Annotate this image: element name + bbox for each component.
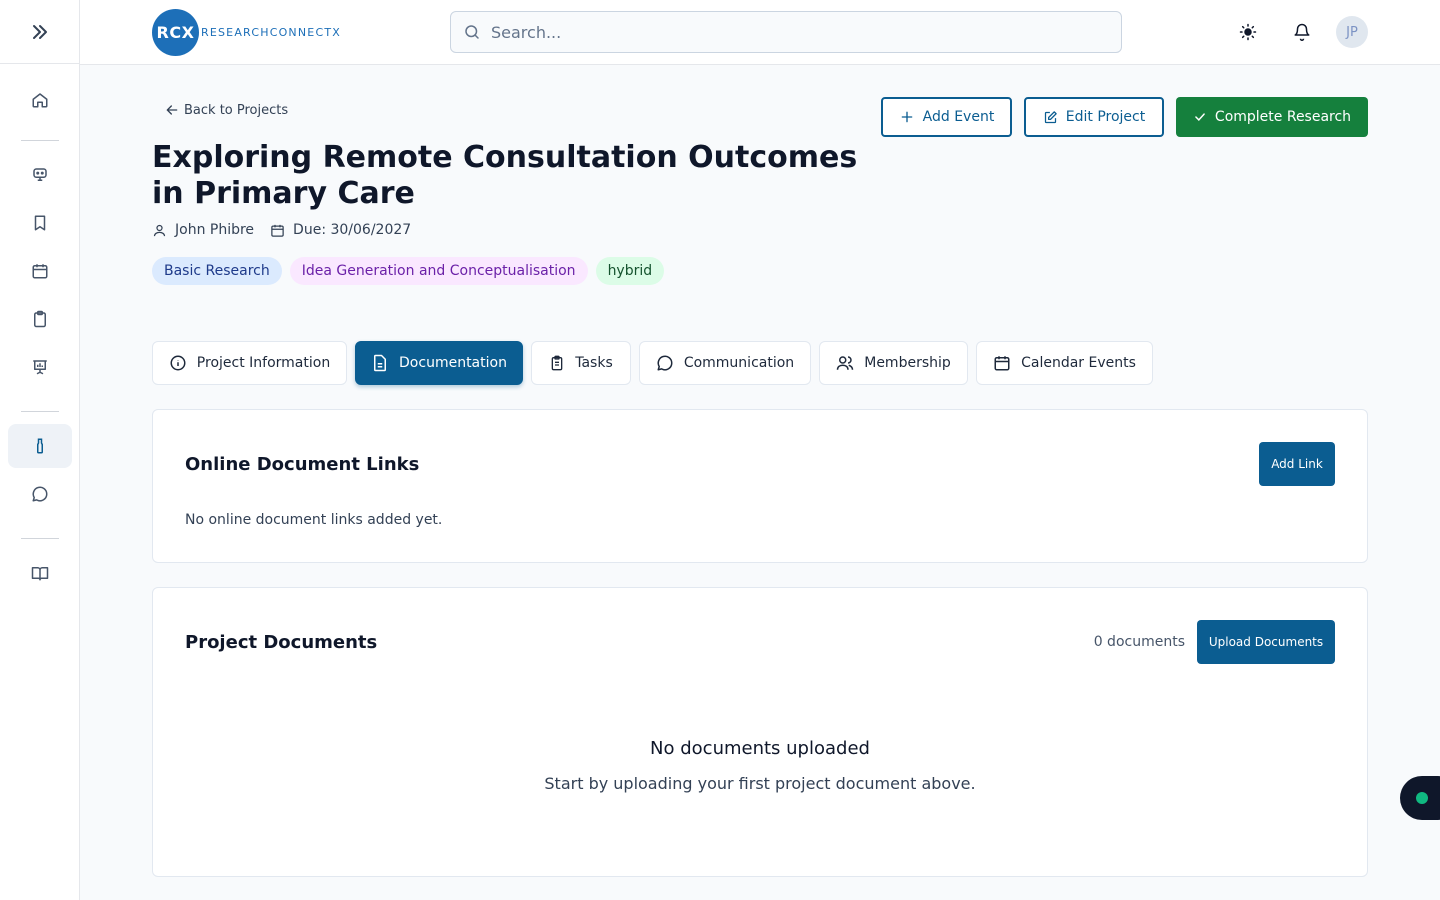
file-text-icon (374, 354, 387, 372)
edit-icon (1044, 110, 1057, 123)
documents-card-title: Project Documents (185, 632, 378, 653)
project-tags: Basic Research Idea Generation and Conce… (152, 257, 672, 285)
back-label: Back to Projects (184, 102, 289, 118)
search-input[interactable] (491, 22, 1091, 42)
sidebar-item-tasks[interactable] (8, 297, 72, 341)
tag-badge: hybrid (595, 257, 665, 285)
sidebar (0, 0, 80, 900)
calendar-icon (271, 224, 284, 237)
complete-research-label: Complete Research (1214, 109, 1352, 125)
sidebar-item-messages[interactable] (8, 472, 72, 516)
online-status-dot (1416, 792, 1428, 804)
online-document-links-card: Online Document Links Add Link No online… (152, 409, 1368, 563)
tab-tasks[interactable]: Tasks (531, 341, 631, 385)
monitor-icon (32, 168, 47, 181)
chat-widget-button[interactable] (1400, 776, 1440, 820)
search-box (450, 11, 1122, 53)
tag-badge: Basic Research (152, 257, 282, 285)
clipboard-icon (33, 310, 46, 328)
tag-badge: Idea Generation and Conceptualisation (289, 257, 588, 285)
message-circle-icon (32, 486, 47, 502)
logo-text: RESEARCHCONNECTX (201, 26, 341, 39)
tab-communication[interactable]: Communication (639, 341, 811, 385)
back-to-projects-link[interactable]: Back to Projects (164, 102, 288, 118)
top-header: RCX RESEARCHCONNECTX JP (80, 0, 1440, 65)
documents-empty-subtitle: Start by uploading your first project do… (544, 774, 976, 793)
complete-research-button[interactable]: Complete Research (1176, 97, 1368, 137)
edit-project-button[interactable]: Edit Project (1024, 97, 1164, 137)
sun-icon (1239, 23, 1257, 41)
tab-label: Communication (683, 355, 795, 371)
project-owner: John Phibre (152, 222, 254, 238)
documents-count: 0 documents (1093, 634, 1185, 650)
owner-name: John Phibre (175, 222, 255, 238)
book-open-icon (31, 567, 48, 581)
due-date: Due: 30/06/2027 (293, 222, 412, 238)
sidebar-item-bookmarks[interactable] (8, 201, 72, 245)
bookmark-icon (34, 215, 45, 231)
sidebar-item-research[interactable] (8, 153, 72, 197)
logo-mark: RCX (152, 9, 199, 56)
links-empty-message: No online document links added yet. (185, 512, 443, 528)
tab-label: Calendar Events (1021, 355, 1136, 371)
links-card-title: Online Document Links (185, 454, 420, 475)
project-documents-card: Project Documents 0 documents Upload Doc… (152, 587, 1368, 877)
documents-empty-title: No documents uploaded (650, 738, 870, 759)
sidebar-item-presentations[interactable] (8, 345, 72, 389)
notifications-button[interactable] (1290, 20, 1314, 44)
tab-label: Membership (864, 355, 951, 371)
project-due-date: Due: 30/06/2027 (270, 222, 411, 238)
tab-calendar-events[interactable]: Calendar Events (976, 341, 1153, 385)
sidebar-item-calendar[interactable] (8, 249, 72, 293)
chevrons-right-icon (32, 24, 47, 39)
user-avatar[interactable]: JP (1336, 16, 1368, 48)
project-meta: John Phibre Due: 30/06/2027 (152, 222, 427, 238)
page-title: Exploring Remote Consultation Outcomes i… (152, 140, 858, 211)
sidebar-item-projects[interactable] (7, 424, 72, 468)
check-icon (1195, 113, 1205, 121)
search-icon (465, 25, 479, 39)
message-circle-icon (657, 355, 673, 371)
tab-label: Documentation (399, 355, 507, 371)
add-event-button[interactable]: Add Event (881, 97, 1012, 137)
tab-membership[interactable]: Membership (819, 341, 968, 385)
tab-project-information[interactable]: Project Information (152, 341, 347, 385)
sidebar-toggle[interactable] (0, 0, 79, 64)
bell-icon (1294, 23, 1310, 41)
flask-icon (36, 438, 43, 454)
add-link-button[interactable]: Add Link (1259, 442, 1335, 486)
presentation-icon (32, 360, 47, 375)
app-logo[interactable]: RCX RESEARCHCONNECTX (152, 9, 341, 56)
arrow-left-icon (166, 105, 178, 115)
edit-project-label: Edit Project (1065, 109, 1146, 125)
add-event-label: Add Event (922, 109, 995, 125)
users-icon (836, 356, 854, 370)
calendar-icon (32, 264, 47, 279)
tab-label: Tasks (575, 355, 613, 371)
calendar-icon (994, 356, 1010, 371)
info-icon (170, 355, 186, 371)
sidebar-item-library[interactable] (8, 551, 72, 595)
tab-label: Project Information (196, 355, 331, 371)
tab-documentation[interactable]: Documentation (355, 341, 523, 385)
theme-toggle-button[interactable] (1236, 20, 1260, 44)
user-icon (153, 224, 166, 236)
clipboard-list-icon (551, 355, 563, 371)
home-icon (32, 93, 47, 108)
plus-icon (901, 111, 912, 123)
sidebar-item-home[interactable] (8, 78, 72, 122)
upload-documents-button[interactable]: Upload Documents (1197, 620, 1335, 664)
